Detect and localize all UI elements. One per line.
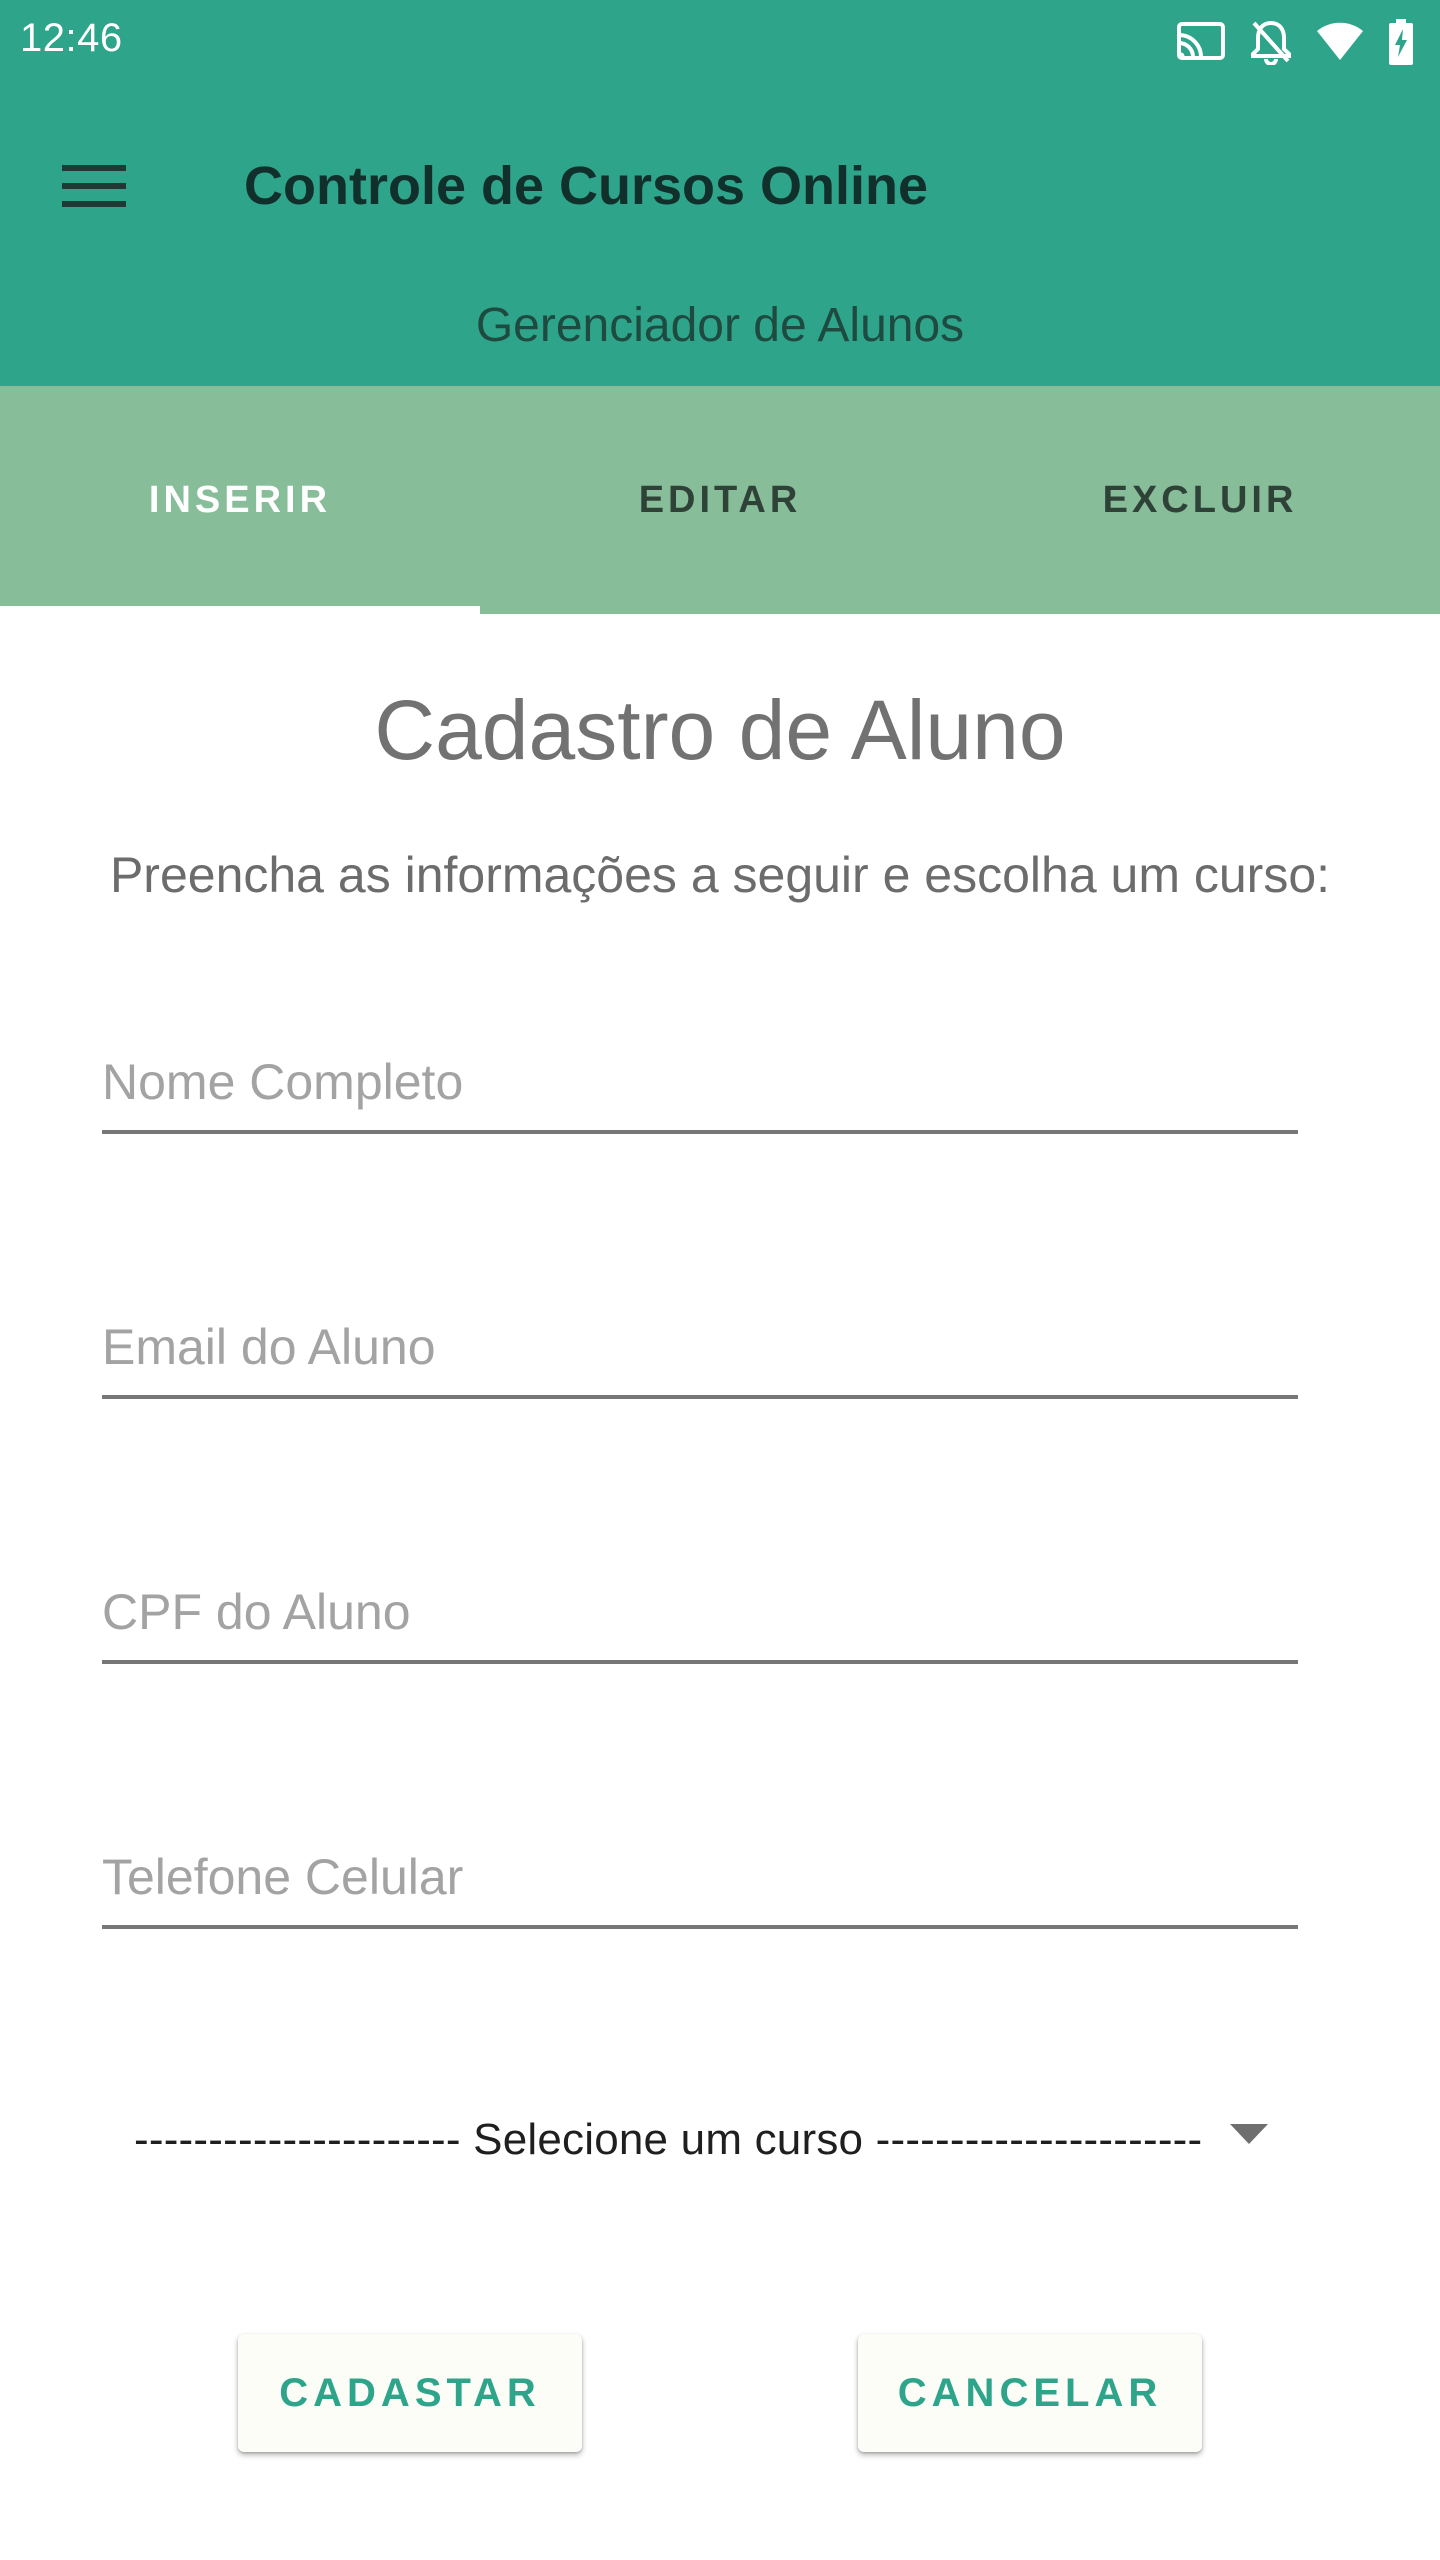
app-title: Controle de Cursos Online (244, 156, 929, 216)
form-instructions: Preencha as informações a seguir e escol… (109, 847, 1331, 903)
tab-editar[interactable]: EDITAR (480, 386, 960, 614)
notifications-off-icon (1250, 19, 1292, 65)
register-button[interactable]: CADASTAR (238, 2334, 582, 2452)
form-title: Cadastro de Aluno (374, 683, 1066, 777)
tab-excluir[interactable]: EXCLUIR (960, 386, 1440, 614)
app-subtitle: Gerenciador de Alunos (475, 299, 965, 352)
phone-field-container (102, 1819, 1298, 1929)
full-name-input[interactable] (102, 1024, 1298, 1134)
status-time: 12:46 (20, 16, 123, 60)
tab-inserir[interactable]: INSERIR (0, 386, 480, 614)
hamburger-menu-icon[interactable] (56, 148, 132, 224)
email-input[interactable] (102, 1289, 1298, 1399)
phone-input[interactable] (102, 1819, 1298, 1929)
active-tab-indicator (0, 606, 480, 614)
cpf-input[interactable] (102, 1554, 1298, 1664)
battery-charging-icon (1388, 19, 1414, 65)
dropdown-arrow-icon (1230, 2124, 1268, 2149)
cpf-field-container (102, 1554, 1298, 1664)
wifi-icon (1316, 22, 1364, 62)
tab-bar: INSERIR EDITAR EXCLUIR (0, 386, 1440, 614)
full-name-field-container (102, 1024, 1298, 1134)
app-bar: Controle de Cursos Online Gerenciador de… (0, 84, 1440, 386)
cast-icon (1176, 21, 1226, 63)
cancel-button[interactable]: CANCELAR (858, 2334, 1202, 2452)
status-bar: 12:46 (0, 0, 1440, 84)
status-icons (1176, 14, 1414, 70)
course-select-value: ---------------------- Selecione um curs… (134, 2115, 1203, 2164)
email-field-container (102, 1289, 1298, 1399)
course-select[interactable]: ---------------------- Selecione um curs… (134, 2098, 1294, 2182)
